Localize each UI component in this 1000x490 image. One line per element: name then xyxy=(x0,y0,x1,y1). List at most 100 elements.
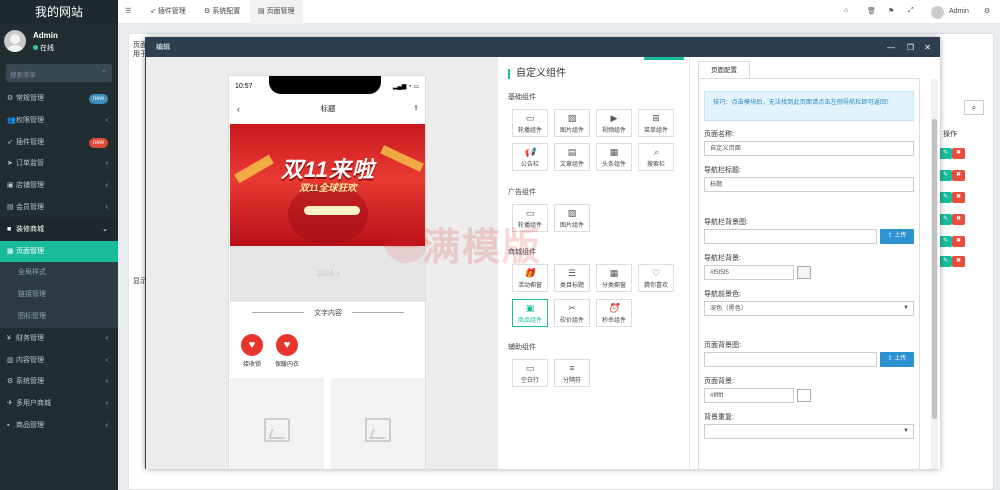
component-notice[interactable]: 📢 公告栏 xyxy=(512,143,548,171)
sidebar-item-members[interactable]: ▤ 会员管理 ‹ xyxy=(0,197,118,219)
tab-plugins[interactable]: ➶ 插件管理 xyxy=(144,0,192,24)
component-carousel[interactable]: ▭ 轮播组件 xyxy=(512,109,548,137)
sidebar-item-finance[interactable]: ¥ 财务管理 ‹ xyxy=(0,328,118,350)
page-bg-image-input[interactable] xyxy=(704,352,877,367)
sidebar-item-decorate[interactable]: ■ 装修商城 ⌄ xyxy=(0,218,118,241)
sidebar-item-shops[interactable]: ▣ 店铺管理 ‹ xyxy=(0,175,118,197)
sidebar-item-page-manage[interactable]: ▦ 页面管理 xyxy=(0,240,118,263)
nav-title-input[interactable]: 标题 xyxy=(704,177,914,192)
avatar[interactable] xyxy=(931,6,944,19)
sidebar-item-goods[interactable]: ▪ 商品管理 ‹ xyxy=(0,415,118,437)
language-icon[interactable]: ⚑ xyxy=(888,7,894,15)
tab-page-config[interactable]: 页面配置 xyxy=(698,61,750,78)
tab-page-manage[interactable]: ▤ 页面管理 xyxy=(250,0,303,24)
component-search[interactable]: ⌕ 搜索栏 xyxy=(638,143,674,171)
sidebar-item-link-manage[interactable]: 链接管理 xyxy=(0,284,118,307)
nav-bg-color-swatch[interactable] xyxy=(797,266,811,279)
component-guess-like[interactable]: ♡ 猜你喜欢 xyxy=(638,264,674,292)
page-bg-color-swatch[interactable] xyxy=(797,389,811,402)
sidebar-item-global-style[interactable]: 全局样式 xyxy=(0,262,118,285)
user-status: 在线 xyxy=(33,43,54,53)
edit-button[interactable]: ✎ xyxy=(939,148,952,159)
edit-button[interactable]: ✎ xyxy=(939,214,952,225)
product-card[interactable] xyxy=(230,378,324,469)
delete-button[interactable]: ✖ xyxy=(952,192,965,203)
upload-button[interactable]: ⇪ 上传 xyxy=(880,352,914,367)
maximize-icon[interactable]: ❐ xyxy=(907,38,914,57)
delete-button[interactable]: ✖ xyxy=(952,170,965,181)
nav-bg-input[interactable]: #f5f5f5 xyxy=(704,265,794,280)
component-label: 秒杀组件 xyxy=(601,318,626,324)
sidebar-item-system[interactable]: ⚙ 系统管理 ‹ xyxy=(0,371,118,393)
component-headline[interactable]: ▦ 头条组件 xyxy=(596,143,632,171)
nav-item[interactable]: ♥ 保暖内衣 xyxy=(267,334,307,368)
component-blank-line[interactable]: ▭ 空白行 xyxy=(512,359,548,387)
new-badge: new xyxy=(88,94,108,104)
tab-system-config[interactable]: ⚙ 系统配置 xyxy=(198,0,246,24)
upload-button[interactable]: ⇪ 上传 xyxy=(880,229,914,244)
page-name-input[interactable]: 自定义页面 xyxy=(704,141,914,156)
chevron-left-icon: ‹ xyxy=(105,356,108,364)
fullscreen-icon[interactable]: ⤢ xyxy=(908,7,914,15)
section-title[interactable]: 文字内容 xyxy=(230,308,425,318)
delete-button[interactable]: ✖ xyxy=(952,214,965,225)
close-icon[interactable]: ✕ xyxy=(924,38,931,57)
nav-item[interactable]: ♥ 接收锁 xyxy=(232,334,272,368)
delete-button[interactable]: ✖ xyxy=(952,256,965,267)
minimize-icon[interactable]: — xyxy=(887,38,895,57)
sidebar-item-label: 系统管理 xyxy=(16,378,44,386)
sidebar-item-plugins[interactable]: ➶ 插件管理 new xyxy=(0,132,118,154)
product-card[interactable] xyxy=(331,378,425,469)
component-bargain[interactable]: ✂ 砍价组件 xyxy=(554,299,590,327)
image-icon: ▨ xyxy=(567,113,577,123)
status-dot-icon xyxy=(33,45,38,50)
edit-button[interactable]: ✎ xyxy=(939,170,952,181)
page-bg-input[interactable]: #ffffff xyxy=(704,388,794,403)
component-goods[interactable]: ▣ 商品组件 xyxy=(512,299,548,327)
edit-button[interactable]: ✎ xyxy=(939,192,952,203)
phone-navbar[interactable]: ‹ 标题 ⇪ xyxy=(229,100,425,118)
back-icon[interactable]: ‹ xyxy=(237,100,240,118)
sidebar-item-regular[interactable]: ⚙ 常规管理 new xyxy=(0,88,118,110)
chevron-left-icon: ‹ xyxy=(105,422,108,429)
nav-bg-label: 导航栏背景: xyxy=(704,255,741,262)
sidebar-item-icon-manage[interactable]: 图标管理 xyxy=(0,306,118,328)
share-icon[interactable]: ⇪ xyxy=(413,100,419,118)
edit-button[interactable]: ✎ xyxy=(939,236,952,247)
sidebar-item-multi-shop[interactable]: ✈ 多用户商城 ‹ xyxy=(0,393,118,415)
component-category-title[interactable]: ☰ 类目标题 xyxy=(554,264,590,292)
edit-button[interactable]: ✎ xyxy=(939,256,952,267)
component-divider[interactable]: ≡ 分隔符 xyxy=(554,359,590,387)
search-icon[interactable]: ⌕ xyxy=(102,68,106,76)
component-article[interactable]: ▤ 文章组件 xyxy=(554,143,590,171)
config-scrollbar[interactable] xyxy=(931,79,938,469)
dialog-header: 编辑 — ❐ ✕ xyxy=(146,38,939,57)
component-video[interactable]: ▶ 视频组件 xyxy=(596,109,632,137)
component-menu[interactable]: ⊞ 菜单组件 xyxy=(638,109,674,137)
gears-icon[interactable]: ⚙ xyxy=(984,7,990,15)
menu-toggle-icon[interactable]: ☰ xyxy=(125,7,131,15)
scrollbar-thumb[interactable] xyxy=(932,119,937,419)
nav-bg-image-input[interactable] xyxy=(704,229,877,244)
group-title-ads: 广告组件 xyxy=(508,189,536,196)
menu-search-input[interactable]: 搜索菜单 ⌕ xyxy=(6,64,112,82)
nav-fg-select[interactable]: 深色（黑色） ▼ xyxy=(704,301,914,316)
brand-title[interactable]: 我的网站 xyxy=(0,0,118,24)
search-icon[interactable]: ⌕ xyxy=(964,100,984,115)
delete-button[interactable]: ✖ xyxy=(952,148,965,159)
component-image[interactable]: ▨ 图片组件 xyxy=(554,109,590,137)
component-category-window[interactable]: ▦ 分类橱窗 xyxy=(596,264,632,292)
component-ad-image[interactable]: ▨ 图片组件 xyxy=(554,204,590,232)
bg-repeat-select[interactable]: ▼ xyxy=(704,424,914,439)
nav-title-label: 导航栏标题: xyxy=(704,167,741,174)
sidebar-item-label: 图标管理 xyxy=(18,313,46,320)
admin-name[interactable]: Admin xyxy=(949,0,969,24)
sidebar-item-content[interactable]: ▥ 内容管理 ‹ xyxy=(0,350,118,372)
home-icon[interactable]: ⌂ xyxy=(844,7,848,14)
component-flash-sale[interactable]: ⏰ 秒杀组件 xyxy=(596,299,632,327)
sidebar-item-permission[interactable]: 👥权限管理 ‹ xyxy=(0,110,118,132)
sidebar-item-orders[interactable]: ➤ 订单监管 ‹ xyxy=(0,153,118,175)
delete-button[interactable]: ✖ xyxy=(952,236,965,247)
component-label: 分类橱窗 xyxy=(601,283,626,289)
trash-icon[interactable]: 🗑 xyxy=(867,7,876,15)
